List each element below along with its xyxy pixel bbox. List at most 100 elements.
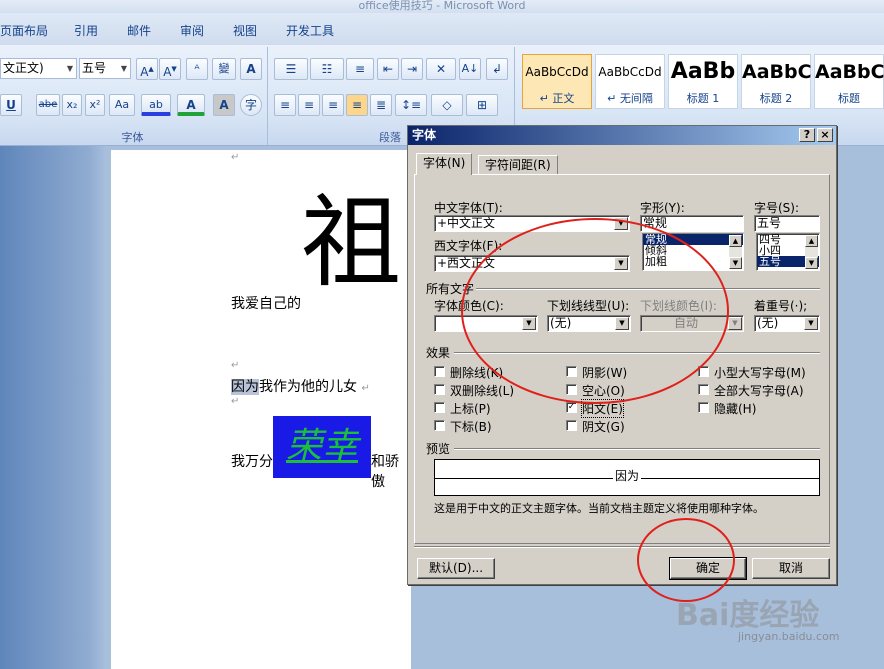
strikethrough-button[interactable]: abe [36, 94, 60, 116]
effect-checkbox[interactable] [434, 384, 445, 395]
doc-line-3-end: 和骄傲 [371, 454, 399, 490]
preview-text: 因为 [612, 469, 641, 483]
chevron-down-icon: ▼ [66, 64, 73, 73]
tab-mailings[interactable]: 邮件 [127, 22, 151, 39]
cancel-button[interactable]: 取消 [752, 558, 830, 579]
shrink-font-button[interactable]: A▼ [159, 58, 181, 80]
style-caption: ↵ 正文 [539, 92, 575, 105]
tab-font[interactable]: 字体(N) [416, 153, 473, 175]
effect-checkbox[interactable]: ✓ [566, 402, 577, 413]
line-spacing-button[interactable]: ↕≡ [395, 94, 427, 116]
borders-button[interactable]: ⊞ [466, 94, 498, 116]
style-title[interactable]: AaBbC 标题 [814, 54, 884, 109]
style-sample: AaBbCcDd [525, 65, 589, 79]
effect-checkbox[interactable] [698, 402, 709, 413]
effect-label[interactable]: 上标(P) [450, 400, 491, 417]
scroll-up-icon[interactable]: ▲ [805, 235, 818, 247]
cn-font-value: +中文正文 [437, 216, 496, 230]
show-marks-button[interactable]: ↲ [486, 58, 508, 80]
font-size-list[interactable]: 四号 小四 五号 ▲ ▼ [756, 233, 820, 271]
paragraph-mark: ↵ [231, 396, 240, 407]
style-sample: AaBbC [815, 61, 884, 83]
multilevel-list-button[interactable]: ≡ [346, 58, 374, 80]
distributed-button[interactable]: ≣ [370, 94, 392, 116]
scroll-down-icon[interactable]: ▼ [729, 257, 742, 269]
change-case-button[interactable]: Aa [109, 94, 135, 116]
chinese-layout-button[interactable]: ✕ [426, 58, 456, 80]
font-name-combo[interactable]: 文正文) ▼ [0, 58, 77, 79]
tab-review[interactable]: 审阅 [180, 22, 204, 39]
font-description: 这是用于中文的正文主题字体。当前文档主题定义将使用哪种字体。 [434, 502, 764, 515]
watermark-url: jingyan.baidu.com [738, 630, 840, 643]
sort-button[interactable]: A↓ [459, 58, 481, 80]
clear-format-button[interactable]: ᴬ [186, 58, 208, 80]
paragraph-mark: ↵ [231, 152, 240, 163]
divider [454, 448, 820, 450]
highlight-button[interactable]: ab [141, 94, 171, 116]
align-center-button[interactable]: ≡ [298, 94, 320, 116]
doc-line-2-rest: 我作为他的儿女 [259, 379, 357, 395]
style-sample: AaBbCcDd [598, 65, 662, 79]
art-text: 荣幸 [285, 426, 358, 467]
shading-button[interactable]: ◇ [431, 94, 463, 116]
effect-checkbox[interactable] [434, 420, 445, 431]
emphasis-label: 着重号(·); [754, 299, 808, 313]
increase-indent-button[interactable]: ⇥ [401, 58, 423, 80]
scroll-up-icon[interactable]: ▲ [729, 235, 742, 247]
style-heading-1[interactable]: AaBb 标题 1 [668, 54, 738, 109]
effect-checkbox[interactable] [566, 420, 577, 431]
font-size-combo[interactable]: 五号 ▼ [79, 58, 131, 79]
effect-label[interactable]: 下标(B) [450, 418, 492, 435]
decrease-indent-button[interactable]: ⇤ [377, 58, 399, 80]
enclose-char-button[interactable]: 字 [240, 94, 262, 116]
effect-label[interactable]: 隐藏(H) [714, 400, 756, 417]
effect-checkbox[interactable] [698, 384, 709, 395]
underline-button[interactable]: U [0, 94, 22, 116]
align-right-button[interactable]: ≡ [322, 94, 344, 116]
superscript-button[interactable]: x² [85, 94, 105, 116]
cn-font-label: 中文字体(T): [434, 201, 503, 215]
scroll-down-icon[interactable]: ▼ [805, 257, 818, 269]
preview-box: 因为 [434, 459, 820, 496]
grow-font-button[interactable]: A▲ [136, 58, 158, 80]
chevron-down-icon: ▼ [120, 64, 127, 73]
style-no-spacing[interactable]: AaBbCcDd ↵ 无间隔 [595, 54, 665, 109]
tab-references[interactable]: 引用 [74, 22, 98, 39]
effect-label[interactable]: 双删除线(L) [450, 382, 514, 399]
emphasis-select[interactable]: (无) ▼ [754, 315, 820, 332]
art-text-box[interactable]: 荣幸 [273, 416, 371, 478]
effect-label[interactable]: 阴文(G) [582, 418, 625, 435]
justify-button[interactable]: ≡ [346, 94, 368, 116]
style-normal[interactable]: AaBbCcDd ↵ 正文 [522, 54, 592, 109]
group-font-label: 字体 [121, 131, 144, 144]
effect-label[interactable]: 小型大写字母(M) [714, 364, 806, 381]
scrollbar[interactable]: ▲ ▼ [805, 235, 818, 269]
font-size-value: 五号 [82, 61, 107, 75]
tab-page-layout[interactable]: 页面布局 [0, 22, 48, 39]
tab-developer[interactable]: 开发工具 [286, 22, 334, 39]
numbering-button[interactable]: ☷ [310, 58, 344, 80]
font-size-input[interactable]: 五号 [754, 215, 820, 232]
phonetic-guide-button[interactable]: 變 [212, 58, 236, 80]
tab-char-spacing[interactable]: 字符间距(R) [478, 155, 558, 175]
align-left-button[interactable]: ≡ [274, 94, 296, 116]
subscript-button[interactable]: x₂ [62, 94, 82, 116]
tab-view[interactable]: 视图 [233, 22, 257, 39]
document-page[interactable]: ↵ 祖 我爱自己的 ↵ 因为我作为他的儿女 ↵ ↵ 我万分 荣幸 和骄傲 [111, 150, 411, 669]
bullets-button[interactable]: ☰ [274, 58, 308, 80]
char-border-button[interactable]: A [240, 58, 262, 80]
close-button[interactable]: × [817, 128, 833, 142]
scrollbar[interactable]: ▲ ▼ [729, 235, 742, 269]
font-name-value: 文正文) [3, 61, 44, 75]
effect-checkbox[interactable] [434, 366, 445, 377]
font-color-button[interactable]: A [177, 94, 205, 116]
help-button[interactable]: ? [799, 128, 815, 142]
effect-label[interactable]: 全部大写字母(A) [714, 382, 804, 399]
style-heading-2[interactable]: AaBbC 标题 2 [741, 54, 812, 109]
selected-text: 因为 [231, 379, 259, 395]
effect-checkbox[interactable] [434, 402, 445, 413]
effects-label: 效果 [426, 346, 451, 360]
char-shading-button[interactable]: A [213, 94, 235, 116]
default-button[interactable]: 默认(D)... [417, 558, 495, 579]
font-size-label: 字号(S): [754, 201, 800, 215]
